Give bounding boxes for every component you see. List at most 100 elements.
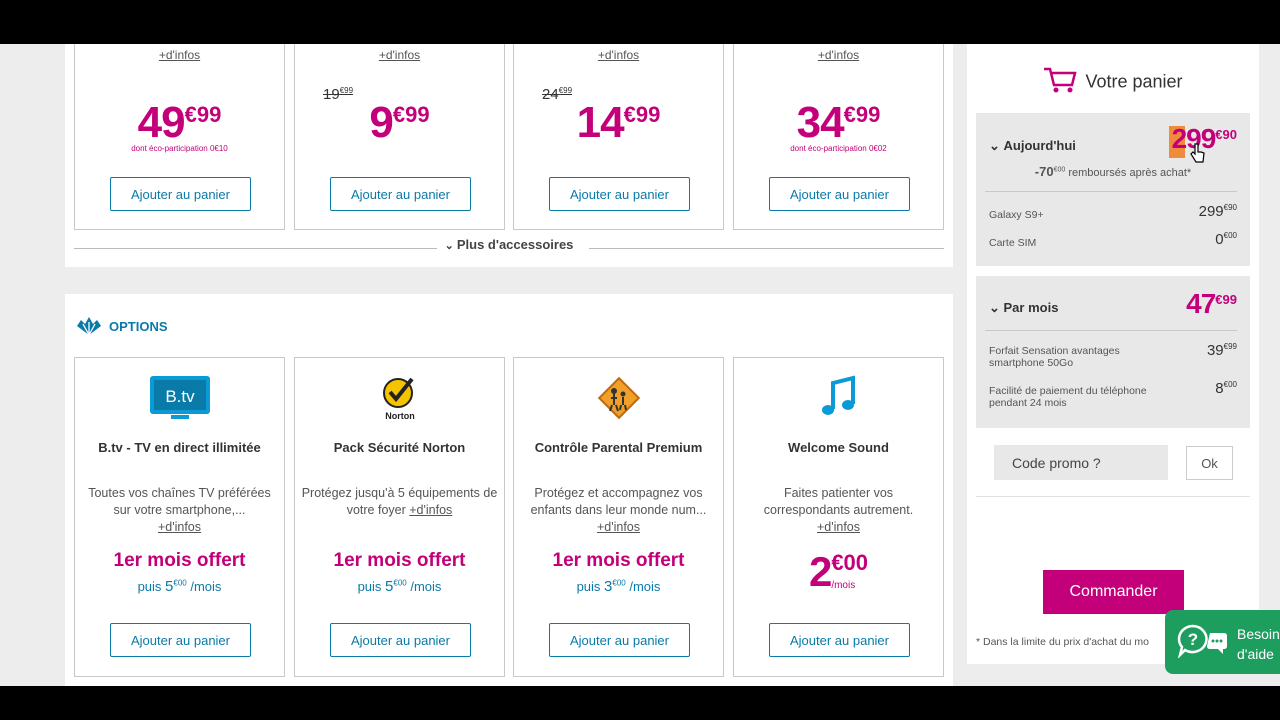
add-to-cart-button[interactable]: Ajouter au panier	[110, 623, 251, 657]
monthly-price: 47€99	[1186, 288, 1237, 320]
after-price-cents: €00	[612, 578, 626, 588]
offer-label: 1er mois offert	[333, 550, 466, 571]
more-info-link[interactable]: +d'infos	[158, 520, 201, 534]
after-suffix: /mois	[406, 579, 442, 594]
option-description: Faites patienter vos correspondants autr…	[740, 485, 937, 536]
add-to-cart-button[interactable]: Ajouter au panier	[769, 623, 910, 657]
monthly-label: Par mois	[1003, 300, 1059, 315]
more-info-link[interactable]: +d'infos	[514, 48, 723, 62]
price-integer: 14	[576, 98, 625, 147]
option-description: Toutes vos chaînes TV préférées sur votr…	[81, 485, 278, 536]
cart-item-label: Forfait Sensation avantages smartphone 5…	[989, 345, 1120, 369]
refund-info: -70€00 remboursés après achat*	[976, 164, 1250, 179]
cart-item-label: Galaxy S9+	[989, 209, 1044, 221]
option-title: B.tv - TV en direct illimitée	[98, 440, 261, 455]
add-to-cart-button[interactable]: Ajouter au panier	[330, 177, 471, 211]
cart-item-value-cents: €99	[1223, 342, 1237, 351]
btv-icon: B.tv	[75, 374, 284, 422]
option-card: Welcome Sound Faites patienter vos corre…	[733, 357, 944, 677]
cart-item-value-integer: 299	[1198, 203, 1224, 220]
more-accessories-link[interactable]: ⌄ Plus d'accessoires	[65, 237, 953, 252]
after-price: puis 3€00 /mois	[514, 578, 723, 595]
more-info-link[interactable]: +d'infos	[295, 48, 504, 62]
refund-cents: €00	[1053, 166, 1066, 174]
promo-code-input[interactable]: Code promo ?	[994, 445, 1168, 480]
offer-label: 1er mois offert	[113, 550, 246, 571]
more-info-link[interactable]: +d'infos	[75, 48, 284, 62]
price-integer: 47	[1186, 288, 1216, 319]
more-info-link[interactable]: +d'infos	[597, 520, 640, 534]
option-description: Protégez jusqu'à 5 équipements de votre …	[301, 485, 498, 519]
parental-icon	[514, 374, 723, 422]
price-period: /mois	[831, 580, 856, 591]
option-card: Contrôle Parental Premium Protégez et ac…	[513, 357, 724, 677]
option-card: Norton Pack Sécurité Norton Protégez jus…	[294, 357, 505, 677]
cart-title: Votre panier	[967, 66, 1259, 99]
add-to-cart-button[interactable]: Ajouter au panier	[549, 623, 690, 657]
price-cents: €99	[184, 102, 222, 127]
more-info-link[interactable]: +d'infos	[409, 503, 452, 517]
svg-text:B.tv: B.tv	[165, 387, 195, 406]
price-cents: €99	[392, 102, 430, 127]
option-title: Contrôle Parental Premium	[534, 440, 703, 455]
price-integer: 2	[808, 548, 832, 595]
options-heading: OPTIONS	[75, 316, 168, 339]
divider	[985, 330, 1237, 331]
norton-icon: Norton	[295, 374, 504, 422]
help-line-1: Besoin	[1237, 626, 1280, 642]
add-to-cart-button[interactable]: Ajouter au panier	[769, 177, 910, 211]
option-card: B.tv B.tv - TV en direct illimitée Toute…	[74, 357, 285, 677]
cart-item-value: 0€00	[1215, 231, 1237, 248]
accessory-price: 24€99 14€99	[514, 86, 723, 147]
accessory-price: 49€99	[75, 98, 284, 147]
order-button[interactable]: Commander	[1043, 570, 1184, 614]
cart-title-label: Votre panier	[1085, 71, 1183, 92]
music-note-icon	[734, 374, 943, 422]
price-integer: 49	[137, 98, 186, 147]
monthly-toggle[interactable]: ⌄ Par mois	[989, 300, 1058, 316]
chevron-down-icon: ⌄	[989, 138, 1004, 153]
svg-text:?: ?	[1188, 630, 1198, 649]
cart-item-value-integer: 0	[1215, 231, 1224, 248]
eco-participation: dont éco-participation 0€10	[131, 144, 228, 153]
chevron-down-icon: ⌄	[989, 300, 1004, 315]
option-title: Welcome Sound	[788, 440, 889, 455]
after-price: puis 5€00 /mois	[75, 578, 284, 595]
monthly-section: ⌄ Par mois 47€99 Forfait Sensation avant…	[976, 276, 1250, 428]
svg-text:Norton: Norton	[385, 411, 415, 421]
accessory-price: 19€99 9€99	[295, 86, 504, 147]
old-price: 24€99	[542, 86, 572, 103]
cart-item-value-cents: €00	[1223, 231, 1237, 240]
accessory-card: +d'infos 34€99 dont éco-participation 0€…	[733, 44, 944, 230]
option-title: Pack Sécurité Norton	[333, 440, 466, 455]
cart-item-label: Carte SIM	[989, 237, 1037, 249]
divider	[985, 191, 1237, 192]
old-price-cents: €99	[339, 86, 354, 95]
cart-item-value: 299€90	[1199, 203, 1237, 220]
old-price-cents: €99	[558, 86, 573, 95]
cart-item-label: Facilité de paiement du téléphone pendan…	[989, 385, 1147, 409]
promo-ok-button[interactable]: Ok	[1186, 446, 1233, 480]
today-section: ⌄ Aujourd'hui 299€90 -70€00 remboursés a…	[976, 113, 1250, 266]
accessories-panel: +d'infos 49€99 dont éco-participation 0€…	[65, 44, 953, 267]
more-info-link[interactable]: +d'infos	[734, 48, 943, 62]
options-heading-label: OPTIONS	[109, 318, 168, 334]
price-cents: €99	[843, 102, 881, 127]
add-to-cart-button[interactable]: Ajouter au panier	[549, 177, 690, 211]
after-prefix: puis	[137, 579, 166, 594]
more-accessories-label: Plus d'accessoires	[456, 237, 574, 252]
old-price-integer: 19	[323, 86, 340, 103]
accessory-card: +d'infos 19€99 9€99 Ajouter au panier	[294, 44, 505, 230]
offer-label: 1er mois offert	[552, 550, 685, 571]
price-cents: €99	[623, 102, 661, 127]
more-info-link[interactable]: +d'infos	[817, 520, 860, 534]
price-cents: €99	[1215, 292, 1237, 307]
add-to-cart-button[interactable]: Ajouter au panier	[330, 623, 471, 657]
accessory-card: +d'infos 49€99 dont éco-participation 0€…	[74, 44, 285, 230]
footnote: * Dans la limite du prix d'achat du mo	[976, 636, 1150, 648]
today-toggle[interactable]: ⌄ Aujourd'hui	[989, 138, 1076, 154]
help-button[interactable]: ? Besoin d'aide	[1165, 610, 1280, 674]
add-to-cart-button[interactable]: Ajouter au panier	[110, 177, 251, 211]
cart-item-value: 8€00	[1215, 380, 1237, 397]
price-cents: €00	[831, 550, 869, 575]
